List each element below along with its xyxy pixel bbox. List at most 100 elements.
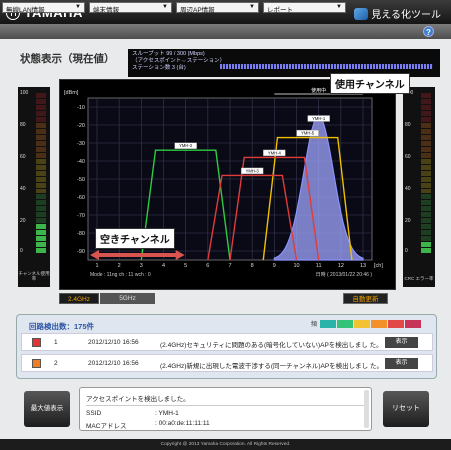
meter-segment: [36, 146, 46, 152]
reset-button[interactable]: リセット: [383, 391, 429, 427]
meter-segment: [36, 110, 46, 116]
y-tick-label: -80: [77, 231, 85, 237]
meter-segment: [36, 236, 46, 242]
x-tick-label: 7: [228, 263, 231, 269]
menu-label: 周辺AP情報: [180, 7, 215, 14]
meter-segment: [421, 206, 431, 212]
band-5ghz-button[interactable]: 5GHz: [100, 293, 155, 304]
x-axis-label: [ch]: [374, 263, 383, 269]
scale-label: 100: [20, 90, 29, 96]
row-show-button[interactable]: 表示: [385, 337, 418, 348]
x-tick-label: 9: [273, 263, 276, 269]
scale-label: 0: [20, 248, 23, 254]
meter-segment: [421, 93, 431, 98]
meter-segment: [421, 152, 431, 158]
meter-segment: [36, 128, 46, 134]
y-tick-label: -50: [77, 177, 85, 183]
menu-report[interactable]: レポート ▼: [263, 2, 346, 14]
menu-neighbor-ap-info[interactable]: 周辺AP情報 ▼: [176, 2, 259, 14]
channel-usage-meter: 100 80 60 40 20 0 チャンネル使用率: [18, 87, 50, 287]
crc-error-meter: 100 80 60 40 20 0 CRC エラー率: [403, 87, 435, 287]
meter-caption: CRC エラー率: [404, 276, 434, 281]
x-tick-label: 5: [184, 263, 187, 269]
meter-segment: [421, 146, 431, 152]
legend-swatch: [354, 319, 371, 328]
scale-label: 80: [405, 122, 411, 128]
meter-segment: [36, 116, 46, 122]
meter-segment: [36, 200, 46, 206]
row-message: (2.4GHz)セキュリティに問題のある(暗号化していない)APを検出しまし た…: [160, 342, 383, 349]
meter-segment: [421, 116, 431, 122]
x-tick-label: 3: [140, 263, 143, 269]
meter-segment: [421, 218, 431, 224]
app-title: 見える化ツール: [354, 6, 441, 21]
max-display-button[interactable]: 最大値表示: [24, 391, 70, 427]
y-axis-label: [dBm]: [64, 90, 79, 96]
detection-row: 1 2012/12/10 16:56 (2.4GHz)セキュリティに問題のある(…: [21, 333, 433, 351]
x-tick-label: 8: [251, 263, 254, 269]
meter-segment: [421, 104, 431, 110]
meter-segment: [421, 194, 431, 200]
y-tick-label: -90: [77, 249, 85, 255]
meter-segment: [36, 230, 46, 236]
mac-label: MACアドレス: [86, 423, 127, 430]
dropdown-arrow-icon: ▼: [162, 4, 168, 10]
scale-label: 20: [405, 218, 411, 224]
visualization-icon: [354, 7, 369, 20]
menu-terminal-info[interactable]: 端末情報 ▼: [89, 2, 172, 14]
row-date: 2012/12/10 16:56: [88, 360, 139, 367]
message-scrollbar[interactable]: [364, 390, 369, 428]
x-tick-label: 11: [316, 263, 322, 269]
meter-segment: [421, 176, 431, 182]
series-label: YMH-5: [301, 131, 315, 136]
menu-wlan-info[interactable]: 無線LAN情報 ▼: [2, 2, 85, 14]
legend-swatch: [405, 319, 422, 328]
meter-segment: [36, 218, 46, 224]
message-panel: アクセスポイントを検出しました。 SSID : YMH-1 MACアドレス : …: [79, 387, 372, 431]
meter-segment: [36, 182, 46, 188]
detection-count: 回路検出数：175件: [29, 322, 95, 331]
series-label: YMH-3: [246, 168, 260, 173]
meter-segment: [421, 224, 431, 230]
legend-swatch: [337, 319, 354, 328]
y-tick-label: -40: [77, 159, 85, 165]
x-tick-label: 1: [95, 263, 98, 269]
meter-segment: [36, 212, 46, 218]
scale-label: 20: [20, 218, 26, 224]
frequency-legend: 頻: [311, 319, 422, 328]
error-level-bars: [421, 93, 431, 254]
series-label: YMH-4: [268, 150, 282, 155]
legend-label: 頻: [311, 322, 318, 328]
menu-label: 無線LAN情報: [6, 7, 45, 14]
meter-segment: [36, 194, 46, 200]
ssid-value: : YMH-1: [155, 410, 179, 417]
meter-segment: [421, 110, 431, 116]
throughput-meter: [220, 64, 433, 69]
menu-label: レポート: [267, 7, 293, 14]
meter-segment: [36, 170, 46, 176]
copyright-footer: Copyright @ 2013 Yamaha Corporation. All…: [0, 439, 451, 450]
y-tick-label: -10: [77, 105, 85, 111]
usage-level-bars: [36, 93, 46, 254]
alert-level-icon: [32, 359, 41, 368]
row-date: 2012/12/10 16:56: [88, 339, 139, 346]
menu-bar: [0, 24, 451, 39]
meter-segment: [421, 140, 431, 146]
meter-segment: [36, 224, 46, 230]
meter-segment: [36, 152, 46, 158]
meter-segment: [36, 158, 46, 164]
auto-update-button[interactable]: 自動更新: [343, 293, 388, 304]
meter-segment: [421, 248, 431, 254]
row-show-button[interactable]: 表示: [385, 358, 418, 369]
meter-segment: [36, 134, 46, 140]
series-label: YMH-2: [179, 143, 193, 148]
meter-segment: [36, 93, 46, 98]
spectrum-chart-svg: -10-20-30-40-50-60-70-80-90[dBm]1 2 3 4 5 6 7 8…: [64, 87, 383, 278]
band-24ghz-button[interactable]: 2.4GHz: [59, 293, 99, 304]
meter-segment: [36, 164, 46, 170]
help-icon[interactable]: ?: [423, 26, 434, 37]
meter-segment: [421, 98, 431, 104]
scale-label: 40: [20, 186, 26, 192]
row-number: 1: [54, 339, 58, 346]
y-tick-label: -30: [77, 141, 85, 147]
